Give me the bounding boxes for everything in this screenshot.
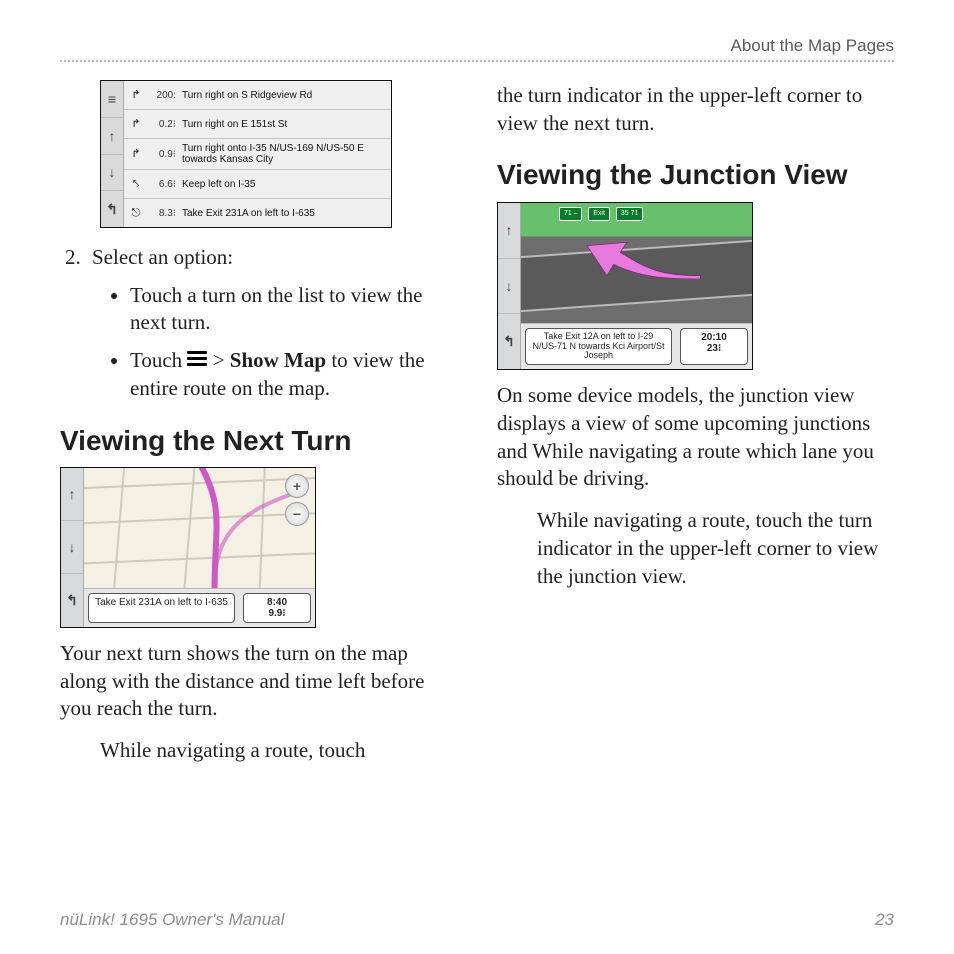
down-arrow-icon: ↓	[101, 155, 123, 192]
instruction: Turn right onto I-35 N/US-169 N/US-50 E …	[182, 143, 385, 165]
turn-list-screenshot: ≡ ↑ ↓ ↰ ↱ 200: Turn right on S Ridgeview…	[100, 80, 392, 228]
distance: 9.9⁝	[250, 608, 304, 619]
paragraph: While navigating a route, touch the turn…	[497, 507, 894, 590]
instruction: Turn right on E 151st St	[182, 119, 385, 130]
turnlist-rows: ↱ 200: Turn right on S Ridgeview Rd ↱ 0.…	[124, 81, 391, 227]
text: >	[207, 348, 229, 372]
lane-arrow-icon	[567, 239, 700, 279]
map-view: + −	[84, 468, 315, 588]
street-grid-icon	[84, 468, 315, 588]
up-arrow-icon: ↑	[101, 118, 123, 155]
time-distance-bubble: 8:40 9.9⁝	[243, 593, 311, 623]
map-pane: + − Take Exit 231A on left to I-635 8:40…	[84, 468, 315, 627]
paragraph: the turn indicator in the upper-left cor…	[497, 82, 894, 137]
menu-icon: ≡	[101, 81, 123, 118]
sign: Exit	[588, 207, 610, 221]
turn-right-icon: ↱	[128, 89, 144, 101]
table-row: ⤣ 6.6⁝ Keep left on I-35	[124, 170, 391, 199]
distance: 200:	[150, 90, 176, 101]
text: Touch	[130, 348, 187, 372]
back-icon: ↰	[61, 574, 83, 626]
paragraph: While navigating a route, touch	[60, 737, 457, 765]
instruction-bubble: Take Exit 231A on left to I-635	[88, 593, 235, 623]
sign: 35 71	[616, 207, 644, 221]
back-icon: ↰	[498, 314, 520, 369]
turn-right-icon: ↱	[128, 148, 144, 160]
bullet-item: Touch > Show Map to view the entire rout…	[130, 347, 457, 402]
distance: 8.3⁝	[150, 208, 176, 219]
right-column: the turn indicator in the upper-left cor…	[497, 80, 894, 765]
zoom-in-icon: +	[285, 474, 309, 498]
paragraph: On some device models, the junction view…	[497, 382, 894, 493]
heading-next-turn: Viewing the Next Turn	[60, 425, 457, 457]
page-footer: nüLink! 1695 Owner's Manual 23	[60, 910, 894, 930]
two-column-layout: ≡ ↑ ↓ ↰ ↱ 200: Turn right on S Ridgeview…	[60, 80, 894, 765]
distance: 23⁝	[687, 343, 741, 354]
eta-time: 20:10	[687, 332, 741, 343]
instruction: Keep left on I-35	[182, 179, 385, 190]
running-header: About the Map Pages	[60, 36, 894, 62]
map-pane: 71 ⎯ Exit 35 71 Take Exit 12A on left to…	[521, 203, 752, 370]
table-row: ⎋ 8.3⁝ Take Exit 231A on left to I-635	[124, 199, 391, 227]
distance: 6.6⁝	[150, 179, 176, 190]
distance: 0.2⁝	[150, 119, 176, 130]
table-row: ↱ 200: Turn right on S Ridgeview Rd	[124, 81, 391, 110]
show-map-label: Show Map	[230, 348, 326, 372]
table-row: ↱ 0.9⁝ Turn right onto I-35 N/US-169 N/U…	[124, 139, 391, 170]
instruction: Take Exit 231A on left to I-635	[182, 208, 385, 219]
down-arrow-icon: ↓	[498, 259, 520, 315]
map-sidebar: ↑ ↓ ↰	[498, 203, 521, 370]
sign: 71 ⎯	[559, 207, 582, 221]
up-arrow-icon: ↑	[498, 203, 520, 259]
paragraph: Your next turn shows the turn on the map…	[60, 640, 457, 723]
map-sidebar: ↑ ↓ ↰	[61, 468, 84, 627]
instruction: Turn right on S Ridgeview Rd	[182, 90, 385, 101]
numbered-steps: Select an option: Touch a turn on the li…	[60, 244, 457, 403]
up-arrow-icon: ↑	[61, 468, 83, 521]
heading-junction-view: Viewing the Junction View	[497, 159, 894, 191]
junction-view-screenshot: ↑ ↓ ↰ 71 ⎯ Exit 35 71	[497, 202, 753, 371]
instruction-bubble: Take Exit 12A on left to I-29 N/US-71 N …	[525, 328, 672, 366]
page-number: 23	[875, 910, 894, 930]
manual-page: About the Map Pages ≡ ↑ ↓ ↰ ↱ 200: Turn …	[0, 0, 954, 954]
zoom-out-icon: −	[285, 502, 309, 526]
keep-left-icon: ⤣	[128, 178, 144, 190]
map-info-bar: Take Exit 12A on left to I-29 N/US-71 N …	[521, 323, 752, 370]
back-icon: ↰	[101, 191, 123, 227]
map-info-bar: Take Exit 231A on left to I-635 8:40 9.9…	[84, 588, 315, 627]
step-text: Select an option:	[92, 245, 233, 269]
left-column: ≡ ↑ ↓ ↰ ↱ 200: Turn right on S Ridgeview…	[60, 80, 457, 765]
menu-icon	[187, 348, 207, 369]
step-item: Select an option: Touch a turn on the li…	[86, 244, 457, 403]
manual-title: nüLink! 1695 Owner's Manual	[60, 910, 284, 930]
down-arrow-icon: ↓	[61, 521, 83, 574]
exit-left-icon: ⎋	[128, 207, 144, 219]
highway-signs: 71 ⎯ Exit 35 71	[559, 207, 643, 221]
turn-right-icon: ↱	[128, 118, 144, 130]
table-row: ↱ 0.2⁝ Turn right on E 151st St	[124, 110, 391, 139]
turnlist-sidebar: ≡ ↑ ↓ ↰	[101, 81, 124, 227]
junction-render: 71 ⎯ Exit 35 71	[521, 203, 752, 323]
distance: 0.9⁝	[150, 149, 176, 160]
eta-time: 8:40	[250, 597, 304, 608]
next-turn-screenshot: ↑ ↓ ↰ + −	[60, 467, 316, 628]
time-distance-bubble: 20:10 23⁝	[680, 328, 748, 366]
bullet-item: Touch a turn on the list to view the nex…	[130, 282, 457, 337]
sub-bullets: Touch a turn on the list to view the nex…	[92, 282, 457, 403]
